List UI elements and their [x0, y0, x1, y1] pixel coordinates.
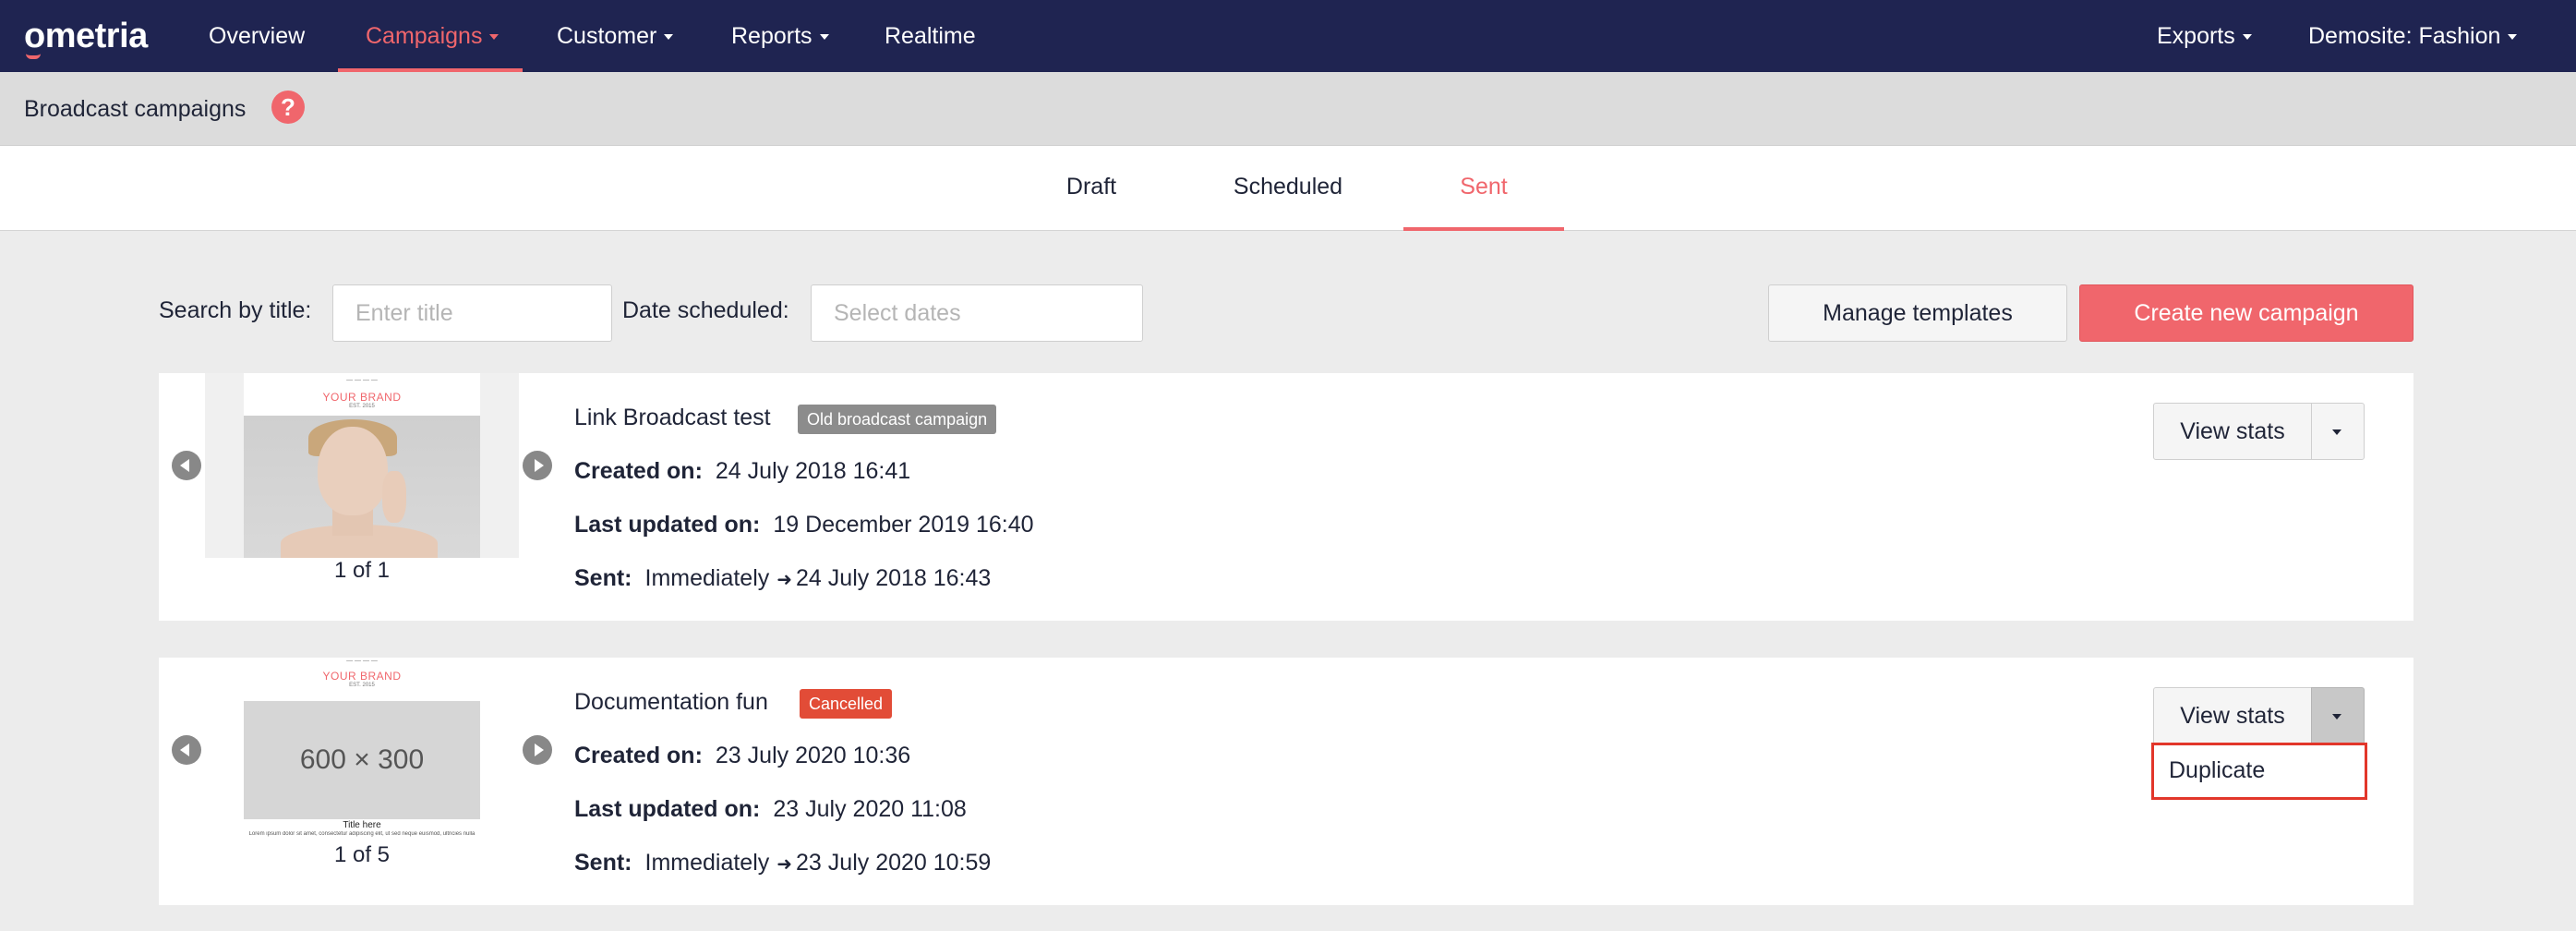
tab-draft[interactable]: Draft: [1034, 146, 1149, 231]
template-preview: — — — — YOUR BRAND EST. 2015: [205, 373, 519, 558]
nav-realtime[interactable]: Realtime: [885, 0, 976, 72]
preview-pager: 1 of 5: [333, 842, 391, 867]
preview-pager: 1 of 1: [333, 558, 391, 583]
sent-row: Sent: Immediately ➜ 24 July 2018 16:43: [574, 565, 992, 591]
template-preview: — — — — YOUR BRAND EST. 2015 600 × 300 T…: [205, 658, 519, 842]
page-title: Broadcast campaigns: [24, 96, 247, 122]
next-arrow-icon[interactable]: [523, 735, 552, 765]
view-stats-button[interactable]: View stats: [2153, 687, 2312, 744]
chevron-down-icon: [819, 34, 829, 41]
prev-arrow-icon[interactable]: [172, 735, 201, 765]
campaign-card: — — — — YOUR BRAND EST. 2015 600 × 300 T…: [159, 658, 2413, 905]
search-label: Search by title:: [159, 297, 312, 323]
date-label: Date scheduled:: [622, 297, 789, 323]
updated-row: Last updated on: 23 July 2020 11:08: [574, 796, 967, 822]
view-stats-button[interactable]: View stats: [2153, 403, 2312, 460]
created-row: Created on: 23 July 2020 10:36: [574, 743, 911, 768]
ometria-logo[interactable]: ometria: [24, 17, 148, 59]
page-header: Broadcast campaigns: [0, 72, 2576, 146]
chevron-down-icon: [489, 34, 500, 41]
arrow-right-icon: ➜: [776, 570, 793, 590]
created-row: Created on: 24 July 2018 16:41: [574, 458, 911, 484]
nav-customer[interactable]: Customer: [557, 0, 674, 72]
tab-scheduled[interactable]: Scheduled: [1200, 146, 1376, 231]
create-campaign-button[interactable]: Create new campaign: [2079, 284, 2413, 342]
duplicate-menu-item[interactable]: Duplicate: [2151, 743, 2367, 800]
more-actions-toggle[interactable]: [2311, 403, 2365, 460]
email-thumbnail[interactable]: — — — — YOUR BRAND EST. 2015: [244, 373, 480, 558]
chevron-down-icon: [2332, 429, 2341, 435]
thumb-heading: Title here: [343, 820, 381, 830]
tab-sent[interactable]: Sent: [1403, 146, 1564, 231]
nav-reports[interactable]: Reports: [731, 0, 829, 72]
arrow-right-icon: ➜: [776, 854, 793, 875]
updated-row: Last updated on: 19 December 2019 16:40: [574, 512, 1034, 538]
model-photo: [244, 416, 480, 558]
nav-exports[interactable]: Exports: [2157, 0, 2252, 72]
thumb-brand: YOUR BRAND: [322, 670, 402, 683]
next-arrow-icon[interactable]: [523, 451, 552, 480]
nav-site-switcher[interactable]: Demosite: Fashion: [2308, 0, 2518, 72]
prev-arrow-icon[interactable]: [172, 451, 201, 480]
logo-swoosh: [26, 54, 41, 59]
thumb-body-text: Lorem ipsum dolor sit amet, consectetur …: [248, 831, 475, 837]
status-badge: Cancelled: [800, 689, 893, 719]
nav-overview[interactable]: Overview: [209, 0, 305, 72]
campaign-title[interactable]: Link Broadcast test: [574, 405, 771, 431]
top-navbar: ometria Overview Campaigns Customer Repo…: [0, 0, 2576, 72]
sent-row: Sent: Immediately ➜ 23 July 2020 10:59: [574, 850, 992, 876]
thumb-brand: YOUR BRAND: [322, 391, 402, 404]
date-range-input[interactable]: [811, 284, 1143, 342]
campaign-title[interactable]: Documentation fun: [574, 689, 768, 716]
help-icon[interactable]: ?: [271, 91, 305, 124]
search-input[interactable]: [332, 284, 612, 342]
status-badge: Old broadcast campaign: [798, 405, 997, 434]
logo-text: ometria: [24, 17, 148, 55]
campaign-card: — — — — YOUR BRAND EST. 2015 1 of 1 Link…: [159, 373, 2413, 621]
chevron-down-icon: [2242, 34, 2252, 41]
status-tabs: Draft Scheduled Sent: [0, 146, 2576, 231]
chevron-down-icon: [2508, 34, 2518, 41]
email-thumbnail[interactable]: — — — — YOUR BRAND EST. 2015 600 × 300 T…: [244, 658, 480, 842]
more-actions-toggle[interactable]: [2311, 687, 2365, 744]
manage-templates-button[interactable]: Manage templates: [1768, 284, 2067, 342]
thumb-est: EST. 2015: [349, 683, 375, 688]
thumb-est: EST. 2015: [349, 404, 375, 409]
chevron-down-icon: [2332, 714, 2341, 719]
image-placeholder: 600 × 300: [244, 701, 480, 819]
chevron-down-icon: [664, 34, 674, 41]
nav-campaigns[interactable]: Campaigns: [337, 0, 524, 72]
